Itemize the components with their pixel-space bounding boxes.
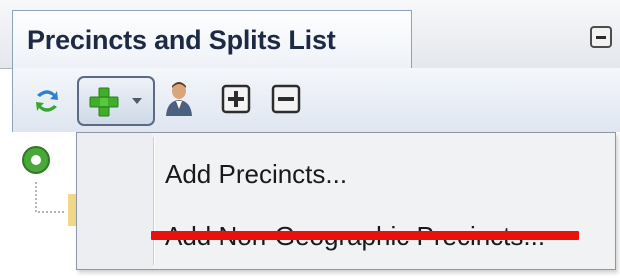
minimize-button[interactable] (590, 26, 612, 48)
red-strikethrough-mark (151, 231, 579, 240)
tab-strip: Precincts and Splits List (0, 0, 620, 69)
collapse-all-icon[interactable] (271, 82, 301, 116)
tree-connector-line (35, 182, 66, 213)
chevron-down-icon (132, 98, 142, 104)
refresh-icon[interactable] (33, 84, 61, 118)
add-precinct-menu: Add Precincts... Add Non-Geographic Prec… (76, 132, 616, 270)
menu-item-add-precincts[interactable]: Add Precincts... (157, 149, 609, 199)
root-node-icon[interactable] (20, 144, 52, 176)
user-icon[interactable] (163, 80, 195, 118)
panel-tab[interactable]: Precincts and Splits List (12, 10, 412, 68)
add-split-button[interactable] (77, 76, 155, 126)
panel-title: Precincts and Splits List (27, 25, 336, 55)
menu-separator-highlight (154, 137, 155, 265)
precincts-panel: Precincts and Splits List Add Precincts.… (0, 0, 620, 278)
menu-icon-gutter (77, 133, 153, 269)
add-icon (89, 87, 119, 117)
toolbar (12, 68, 620, 132)
expand-all-icon[interactable] (221, 82, 251, 116)
